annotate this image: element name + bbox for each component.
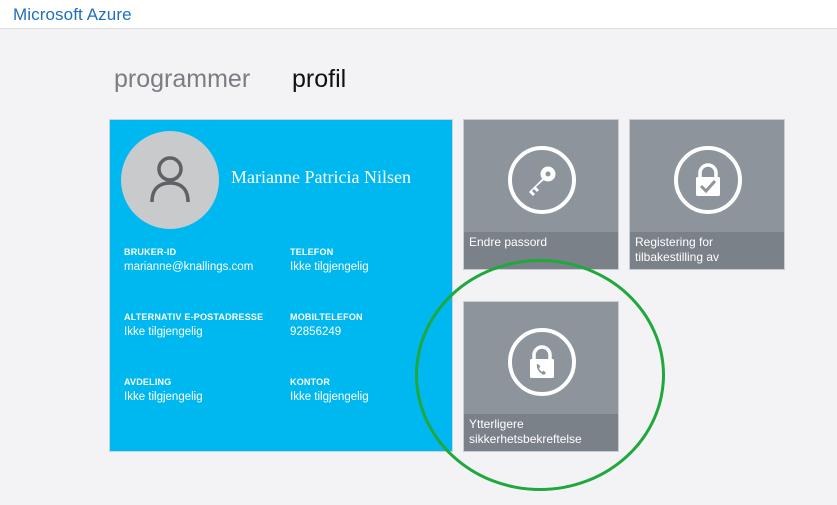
field-value: Ikke tilgjengelig: [290, 261, 369, 273]
field-phone: TELEFON Ikke tilgjengelig: [290, 247, 450, 273]
profile-card: Marianne Patricia Nilsen BRUKER-ID maria…: [109, 119, 453, 452]
tile-label: Endre passord: [469, 235, 548, 249]
field-value: Ikke tilgjengelig: [124, 326, 203, 338]
tile-label-bar: Endre passord: [464, 232, 618, 269]
tile-additional-verification[interactable]: Ytterligere sikkerhetsbekreftelse: [463, 301, 619, 452]
lock-phone-icon: [530, 345, 554, 378]
tab-profil[interactable]: profil: [292, 65, 346, 94]
field-label: MOBILTELEFON: [290, 312, 363, 322]
field-label: BRUKER-ID: [124, 247, 177, 257]
field-user-id: BRUKER-ID marianne@knallings.com: [124, 247, 284, 273]
brand-logo[interactable]: Microsoft Azure: [13, 5, 132, 25]
field-office: KONTOR Ikke tilgjengelig: [290, 377, 450, 403]
field-value: Ikke tilgjengelig: [290, 391, 369, 403]
tile-label-bar: Ytterligere sikkerhetsbekreftelse: [464, 414, 618, 451]
user-icon: [150, 156, 190, 203]
top-bar: Microsoft Azure: [0, 0, 837, 29]
key-icon: [529, 166, 556, 196]
field-value: 92856249: [290, 326, 342, 338]
field-label: TELEFON: [290, 247, 334, 257]
tile-reset-registration[interactable]: Registering for tilbakestilling av: [629, 119, 785, 270]
field-label: KONTOR: [290, 377, 331, 387]
tile-change-password[interactable]: Endre passord: [463, 119, 619, 270]
user-name: Marianne Patricia Nilsen: [231, 167, 411, 187]
tile-label-bar: Registering for tilbakestilling av: [630, 232, 784, 269]
lock-check-icon: [696, 163, 720, 196]
field-label: AVDELING: [124, 377, 172, 387]
avatar: [121, 131, 219, 229]
tile-label: Registering for tilbakestilling av: [635, 235, 720, 264]
field-department: AVDELING Ikke tilgjengelig: [124, 377, 284, 403]
field-value: Ikke tilgjengelig: [124, 391, 203, 403]
field-alt-email: ALTERNATIV E-POSTADRESSE Ikke tilgjengel…: [124, 312, 284, 338]
field-label: ALTERNATIV E-POSTADRESSE: [124, 312, 264, 322]
field-mobile: MOBILTELEFON 92856249: [290, 312, 450, 338]
field-value: marianne@knallings.com: [124, 261, 254, 273]
tab-programmer[interactable]: programmer: [114, 65, 250, 94]
tile-label: Ytterligere sikkerhetsbekreftelse: [469, 417, 582, 446]
